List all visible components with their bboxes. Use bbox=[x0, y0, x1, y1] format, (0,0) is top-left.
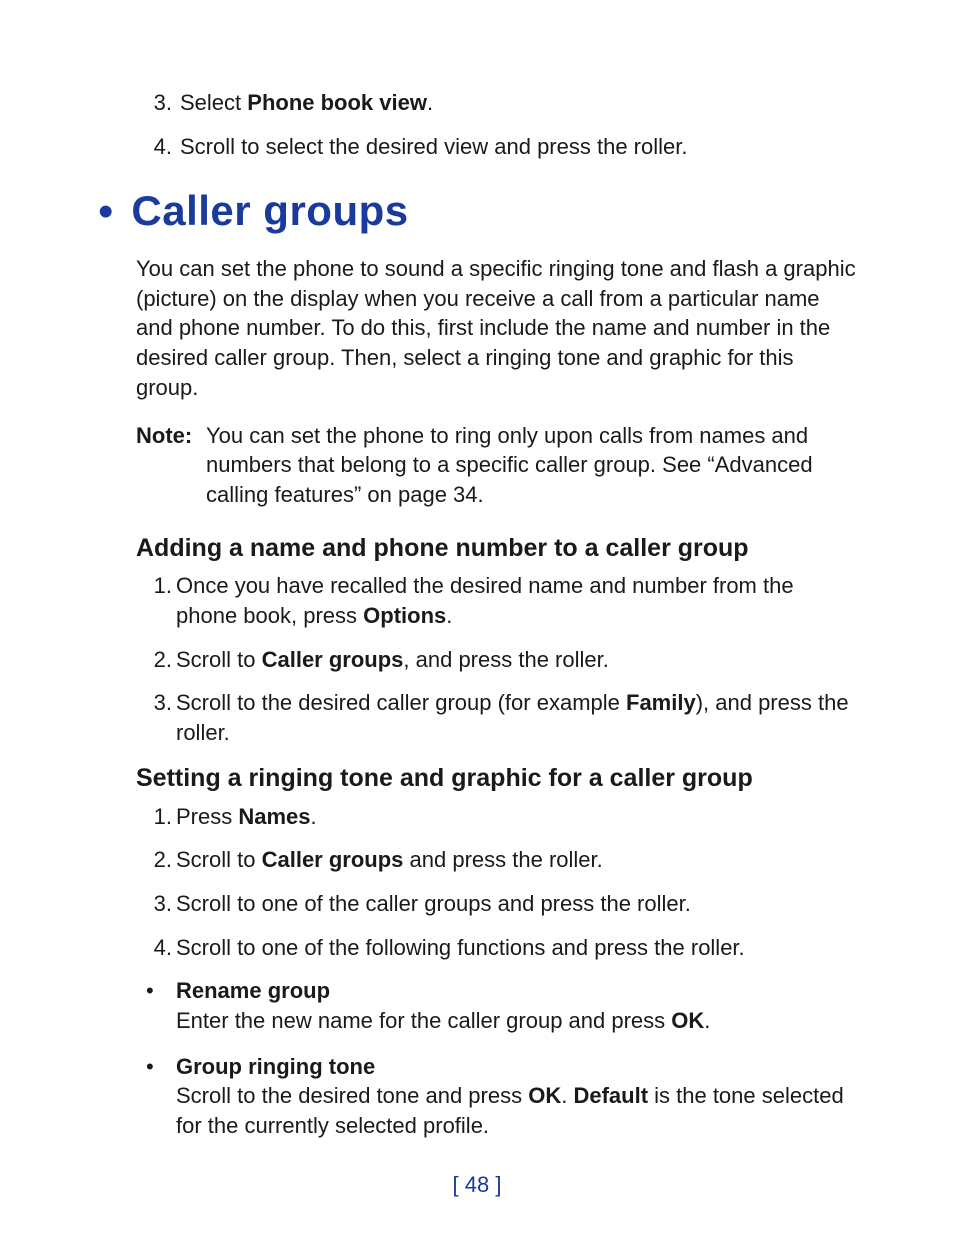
list-item: 1. Press Names. bbox=[176, 802, 858, 832]
bullet-body: Enter the new name for the caller group … bbox=[176, 1006, 858, 1036]
page-number: [ 48 ] bbox=[0, 1170, 954, 1200]
bold-text: Caller groups bbox=[262, 847, 404, 872]
note-body: You can set the phone to ring only upon … bbox=[206, 421, 858, 510]
text: and press the roller. bbox=[403, 847, 602, 872]
list-item: 3. Select Phone book view. bbox=[176, 88, 858, 118]
bold-text: Options bbox=[363, 603, 446, 628]
text: Enter the new name for the caller group … bbox=[176, 1008, 671, 1033]
list-item: 3. Scroll to one of the caller groups an… bbox=[176, 889, 858, 919]
bullet-title: Rename group bbox=[176, 976, 858, 1006]
bold-text: Names bbox=[238, 804, 310, 829]
ordered-list: 1. Press Names. 2. Scroll to Caller grou… bbox=[136, 802, 858, 963]
text: Select bbox=[180, 90, 247, 115]
list-number: 2. bbox=[136, 645, 172, 675]
subheading: Setting a ringing tone and graphic for a… bbox=[136, 762, 858, 796]
text: , and press the roller. bbox=[403, 647, 608, 672]
text: . bbox=[704, 1008, 710, 1033]
text: . bbox=[311, 804, 317, 829]
list-item: 1. Once you have recalled the desired na… bbox=[176, 571, 858, 630]
text: Once you have recalled the desired name … bbox=[176, 573, 794, 628]
intro-paragraph: You can set the phone to sound a specifi… bbox=[136, 254, 858, 402]
list-number: 3. bbox=[136, 688, 172, 718]
subheading: Adding a name and phone number to a call… bbox=[136, 532, 858, 566]
bold-text: Default bbox=[573, 1083, 648, 1108]
note-label: Note: bbox=[136, 421, 206, 510]
bold-text: OK bbox=[671, 1008, 704, 1033]
bullet-icon: • bbox=[98, 190, 113, 234]
list-number: 4. bbox=[136, 933, 172, 963]
list-number: 2. bbox=[136, 845, 172, 875]
list-item: 3. Scroll to the desired caller group (f… bbox=[176, 688, 858, 747]
text: Scroll to one of the caller groups and p… bbox=[176, 891, 691, 916]
list-number: 3. bbox=[136, 88, 172, 118]
list-number: 1. bbox=[136, 802, 172, 832]
list-item: Rename group Enter the new name for the … bbox=[176, 976, 858, 1035]
text: Scroll to the desired caller group (for … bbox=[176, 690, 626, 715]
bullet-body: Scroll to the desired tone and press OK.… bbox=[176, 1081, 858, 1140]
bullet-title: Group ringing tone bbox=[176, 1052, 858, 1082]
text: . bbox=[446, 603, 452, 628]
section-heading: • Caller groups bbox=[96, 183, 858, 240]
list-item: 4. Scroll to one of the following functi… bbox=[176, 933, 858, 963]
ordered-list: 1. Once you have recalled the desired na… bbox=[136, 571, 858, 747]
list-item: Group ringing tone Scroll to the desired… bbox=[176, 1052, 858, 1141]
text: Scroll to select the desired view and pr… bbox=[180, 134, 687, 159]
text: Press bbox=[176, 804, 238, 829]
list-number: 4. bbox=[136, 132, 172, 162]
list-item: 2. Scroll to Caller groups, and press th… bbox=[176, 645, 858, 675]
list-number: 3. bbox=[136, 889, 172, 919]
bold-text: OK bbox=[528, 1083, 561, 1108]
list-number: 1. bbox=[136, 571, 172, 601]
document-page: 3. Select Phone book view. 4. Scroll to … bbox=[0, 0, 954, 1248]
text: Scroll to one of the following functions… bbox=[176, 935, 745, 960]
text: Scroll to the desired tone and press bbox=[176, 1083, 528, 1108]
text: Scroll to bbox=[176, 647, 262, 672]
note-block: Note: You can set the phone to ring only… bbox=[136, 421, 858, 510]
bullet-list: Rename group Enter the new name for the … bbox=[136, 976, 858, 1140]
heading-text: Caller groups bbox=[131, 183, 408, 240]
bold-text: Family bbox=[626, 690, 696, 715]
bold-text: Caller groups bbox=[262, 647, 404, 672]
text: . bbox=[561, 1083, 573, 1108]
text: Scroll to bbox=[176, 847, 262, 872]
list-item: 2. Scroll to Caller groups and press the… bbox=[176, 845, 858, 875]
bold-text: Phone book view bbox=[247, 90, 427, 115]
top-ordered-list: 3. Select Phone book view. 4. Scroll to … bbox=[96, 88, 858, 161]
list-item: 4. Scroll to select the desired view and… bbox=[176, 132, 858, 162]
text: . bbox=[427, 90, 433, 115]
